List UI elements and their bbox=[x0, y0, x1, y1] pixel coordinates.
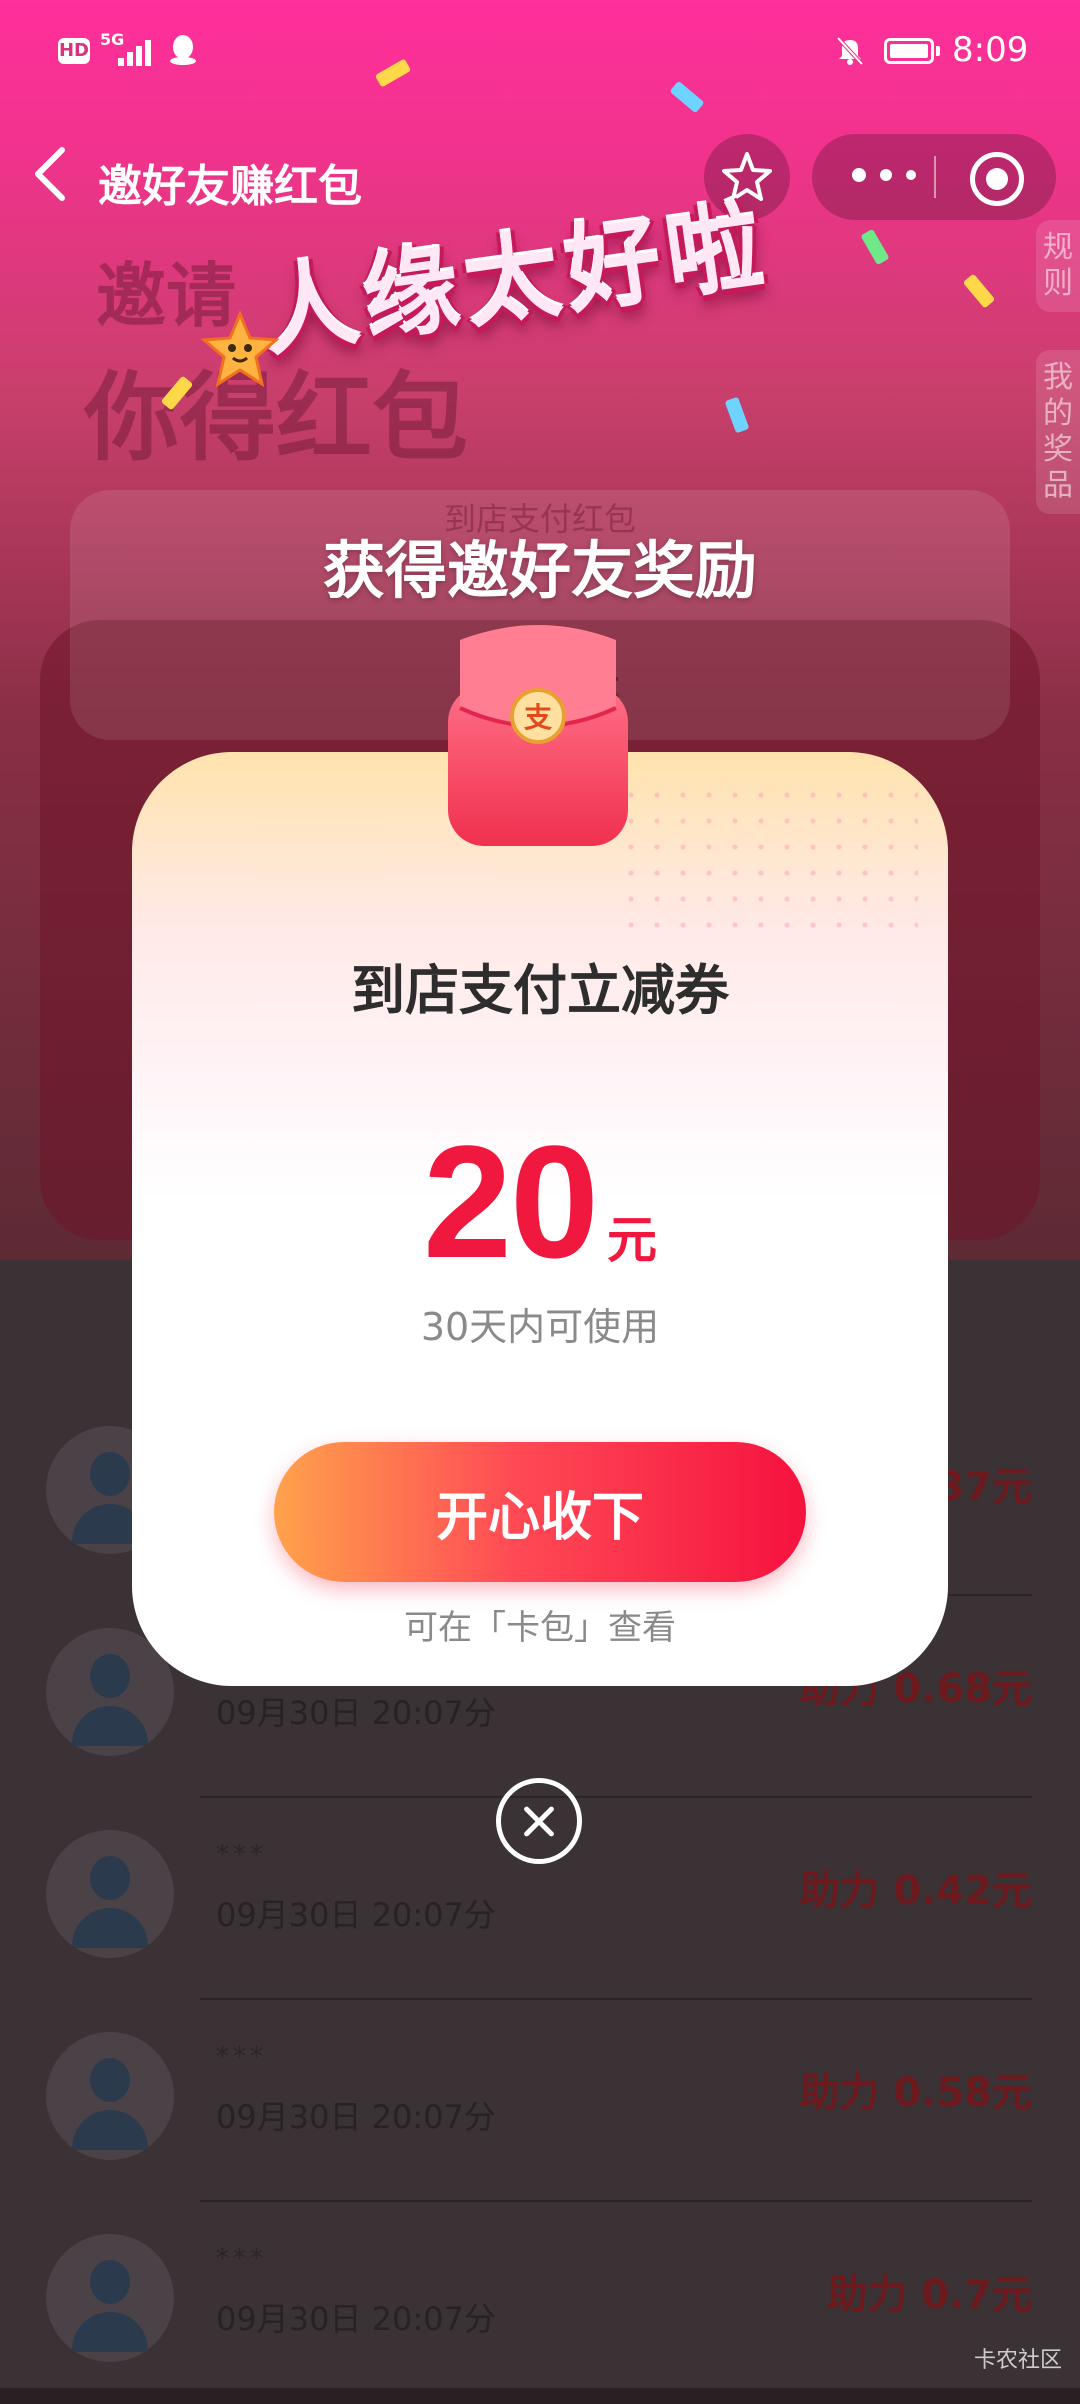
friend-name: *** bbox=[216, 2244, 267, 2274]
avatar bbox=[46, 1830, 174, 1958]
side-tab-rules[interactable]: 规则 bbox=[1036, 220, 1080, 312]
reward-heading: 获得邀好友奖励 bbox=[322, 534, 757, 607]
amount-unit: 元 bbox=[606, 1211, 657, 1269]
side-tab-my-prizes[interactable]: 我的奖品 bbox=[1036, 350, 1080, 514]
friend-help-amount: 助力 0.7元 bbox=[827, 2272, 1032, 2318]
miniapp-capsule bbox=[812, 134, 1056, 220]
dot-icon bbox=[880, 169, 892, 181]
red-envelope-icon: 支 bbox=[448, 625, 628, 846]
coupon-title: 到店支付立减券 bbox=[351, 959, 729, 1022]
battery-nub bbox=[936, 46, 940, 56]
capsule-divider bbox=[934, 156, 936, 198]
validity-text: 30天内可使用 bbox=[420, 1305, 660, 1349]
friend-help-amount: 助力 0.42元 bbox=[799, 1868, 1032, 1914]
chevron-left-icon bbox=[35, 147, 65, 201]
page-title: 邀好友赚红包 bbox=[98, 161, 362, 212]
mute-bell-icon bbox=[834, 34, 866, 74]
row-divider bbox=[200, 2200, 1032, 2202]
sparkle-decoration bbox=[618, 782, 918, 942]
watermark: 卡农社区 bbox=[973, 2348, 1062, 2373]
close-miniapp-button[interactable] bbox=[970, 152, 1024, 206]
friend-row: *** 09月30日 20:07分 助力 0.58元 bbox=[0, 2002, 1080, 2202]
smiling-star-icon bbox=[200, 310, 280, 388]
qq-notification-icon bbox=[168, 34, 198, 74]
row-divider bbox=[200, 1998, 1032, 2000]
friend-name: *** bbox=[216, 1840, 267, 1870]
friend-time: 09月30日 20:07分 bbox=[216, 1694, 496, 1732]
status-bar: HD 5G 8:09 bbox=[0, 0, 1080, 100]
battery-icon bbox=[884, 38, 934, 64]
friend-time: 09月30日 20:07分 bbox=[216, 2300, 496, 2338]
coupon-amount: 20 元 bbox=[0, 1110, 1080, 1294]
dot-icon bbox=[906, 170, 916, 180]
close-dialog-button[interactable] bbox=[496, 1778, 582, 1864]
more-options-button[interactable] bbox=[852, 168, 922, 186]
friend-time: 09月30日 20:07分 bbox=[216, 2098, 496, 2136]
friend-row: *** 09月30日 20:07分 助力 0.7元 bbox=[0, 2204, 1080, 2404]
amount-value: 20 bbox=[423, 1112, 599, 1291]
friend-time: 09月30日 20:07分 bbox=[216, 1896, 496, 1934]
signal-strength-icon bbox=[118, 36, 158, 66]
status-time: 8:09 bbox=[952, 30, 1029, 70]
hd-voice-indicator: HD bbox=[58, 38, 90, 64]
friend-help-amount: 助力 0.58元 bbox=[799, 2070, 1032, 2116]
row-divider bbox=[200, 1796, 1032, 1798]
avatar bbox=[46, 2032, 174, 2160]
dot-icon bbox=[852, 168, 866, 182]
avatar bbox=[46, 2234, 174, 2362]
card-pack-hint: 可在「卡包」查看 bbox=[404, 1608, 676, 1648]
friend-name: *** bbox=[216, 2042, 267, 2072]
envelope-badge: 支 bbox=[524, 701, 552, 734]
accept-reward-button[interactable]: 开心收下 bbox=[274, 1442, 806, 1582]
back-button[interactable] bbox=[30, 144, 80, 214]
